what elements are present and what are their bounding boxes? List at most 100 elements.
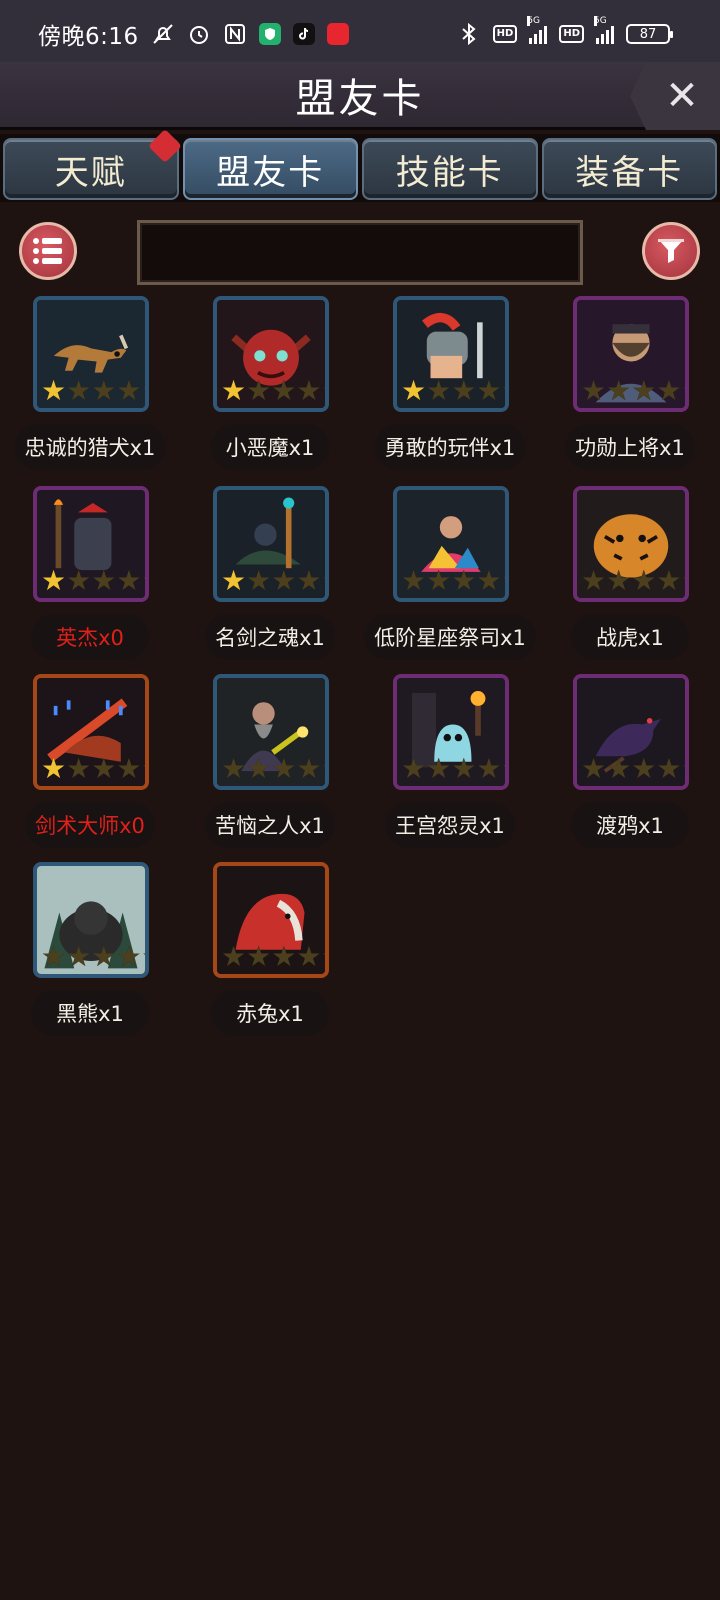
star-icon: ★ [271,752,297,785]
star-icon: ★ [246,752,272,785]
star-icon: ★ [246,564,272,597]
ally-card[interactable]: ★★★★★ 低阶星座祭司x1 [360,486,540,666]
star-icon: ★ [271,374,297,407]
ally-card[interactable]: ★★★★★ 名剑之魂x1 [180,486,360,666]
star-icon: ★ [41,940,67,973]
star-icon: ★ [141,377,145,405]
tab-label: 技能卡 [395,152,504,193]
ally-card[interactable]: ★★★★★ 功勋上将x1 [540,296,720,476]
card-name: 低阶星座祭司x1 [364,614,536,660]
card-portrait[interactable]: ★★★★★ [393,674,509,790]
vpn-shield-icon [258,23,281,45]
card-portrait[interactable]: ★★★★★ [213,296,329,412]
status-bar: 傍晚6:16 HD 5G HD 5G 87 [0,0,720,68]
star-icon: ★ [401,374,427,407]
card-name: 功勋上将x1 [565,424,695,470]
star-icon: ★ [451,564,477,597]
app-icon [326,23,349,45]
star-icon: ★ [476,752,502,785]
ally-card[interactable]: ★★★★★ 小恶魔x1 [180,296,360,476]
mute-bell-icon [151,22,175,46]
star-icon: ★ [321,755,325,783]
tab-label: 盟友卡 [216,152,325,193]
ally-card[interactable]: ★★★★★ 战虎x1 [540,486,720,666]
star-rating: ★★★★★ [401,564,505,597]
alarm-icon [187,22,211,46]
nfc-icon [223,22,247,46]
signal-icon-2: 5G [594,16,614,44]
star-icon: ★ [296,374,322,407]
card-portrait[interactable]: ★★★★★ [213,862,329,978]
filter-button[interactable] [642,222,700,280]
star-icon: ★ [606,752,632,785]
star-icon: ★ [501,377,505,405]
star-icon: ★ [66,940,92,973]
card-name: 黑熊x1 [31,990,149,1036]
ally-card[interactable]: ★★★★★ 渡鸦x1 [540,674,720,854]
star-icon: ★ [581,752,607,785]
star-icon: ★ [141,567,145,595]
star-icon: ★ [476,374,502,407]
card-portrait[interactable]: ★★★★★ [33,674,149,790]
star-rating: ★★★★★ [581,564,685,597]
card-portrait[interactable]: ★★★★★ [213,674,329,790]
star-icon: ★ [321,377,325,405]
star-rating: ★★★★★ [221,564,325,597]
hd-badge: HD [492,25,518,43]
tab-bar: 天赋 盟友卡 技能卡 装备卡 [0,129,720,202]
card-name: 剑术大师x0 [25,802,155,848]
list-view-button[interactable] [19,222,77,280]
star-icon: ★ [221,564,247,597]
star-icon: ★ [41,752,67,785]
star-icon: ★ [681,377,685,405]
list-icon [33,238,62,264]
tab-skill-cards[interactable]: 技能卡 [362,138,538,200]
ally-card[interactable]: ★★★★★ 赤兔x1 [180,862,360,1042]
star-icon: ★ [296,564,322,597]
ally-card[interactable]: ★★★★★ 苦恼之人x1 [180,674,360,854]
star-icon: ★ [321,943,325,971]
search-input[interactable] [140,223,580,282]
card-portrait[interactable]: ★★★★★ [33,486,149,602]
card-portrait[interactable]: ★★★★★ [33,862,149,978]
search-box[interactable] [137,220,583,285]
card-name: 苦恼之人x1 [205,802,335,848]
hd-badge-2: HD [559,25,584,43]
ally-card[interactable]: ★★★★★ 黑熊x1 [0,862,180,1042]
star-icon: ★ [681,755,685,783]
ally-card[interactable]: ★★★★★ 英杰x0 [0,486,180,666]
close-button[interactable]: ✕ [630,62,720,130]
star-icon: ★ [91,374,117,407]
star-icon: ★ [656,374,682,407]
star-icon: ★ [271,564,297,597]
card-name: 小恶魔x1 [211,424,329,470]
star-icon: ★ [221,940,247,973]
star-icon: ★ [246,940,272,973]
ally-card[interactable]: ★★★★★ 忠诚的猎犬x1 [0,296,180,476]
star-rating: ★★★★★ [41,564,145,597]
battery-icon: 87 [626,24,673,44]
card-portrait[interactable]: ★★★★★ [573,486,689,602]
star-rating: ★★★★★ [41,374,145,407]
card-portrait[interactable]: ★★★★★ [33,296,149,412]
star-icon: ★ [66,564,92,597]
star-icon: ★ [451,374,477,407]
star-icon: ★ [296,752,322,785]
star-icon: ★ [66,752,92,785]
card-portrait[interactable]: ★★★★★ [213,486,329,602]
star-icon: ★ [41,564,67,597]
tab-ally-cards[interactable]: 盟友卡 [182,138,358,200]
star-rating: ★★★★★ [401,752,505,785]
card-portrait[interactable]: ★★★★★ [573,674,689,790]
ally-card[interactable]: ★★★★★ 王宫怨灵x1 [360,674,540,854]
tab-equipment-cards[interactable]: 装备卡 [541,138,717,200]
card-portrait[interactable]: ★★★★★ [393,296,509,412]
star-icon: ★ [426,564,452,597]
star-icon: ★ [41,374,67,407]
ally-card[interactable]: ★★★★★ 剑术大师x0 [0,674,180,854]
star-icon: ★ [581,564,607,597]
card-portrait[interactable]: ★★★★★ [393,486,509,602]
ally-card[interactable]: ★★★★★ 勇敢的玩伴x1 [360,296,540,476]
card-portrait[interactable]: ★★★★★ [573,296,689,412]
tab-talent[interactable]: 天赋 [3,129,182,200]
